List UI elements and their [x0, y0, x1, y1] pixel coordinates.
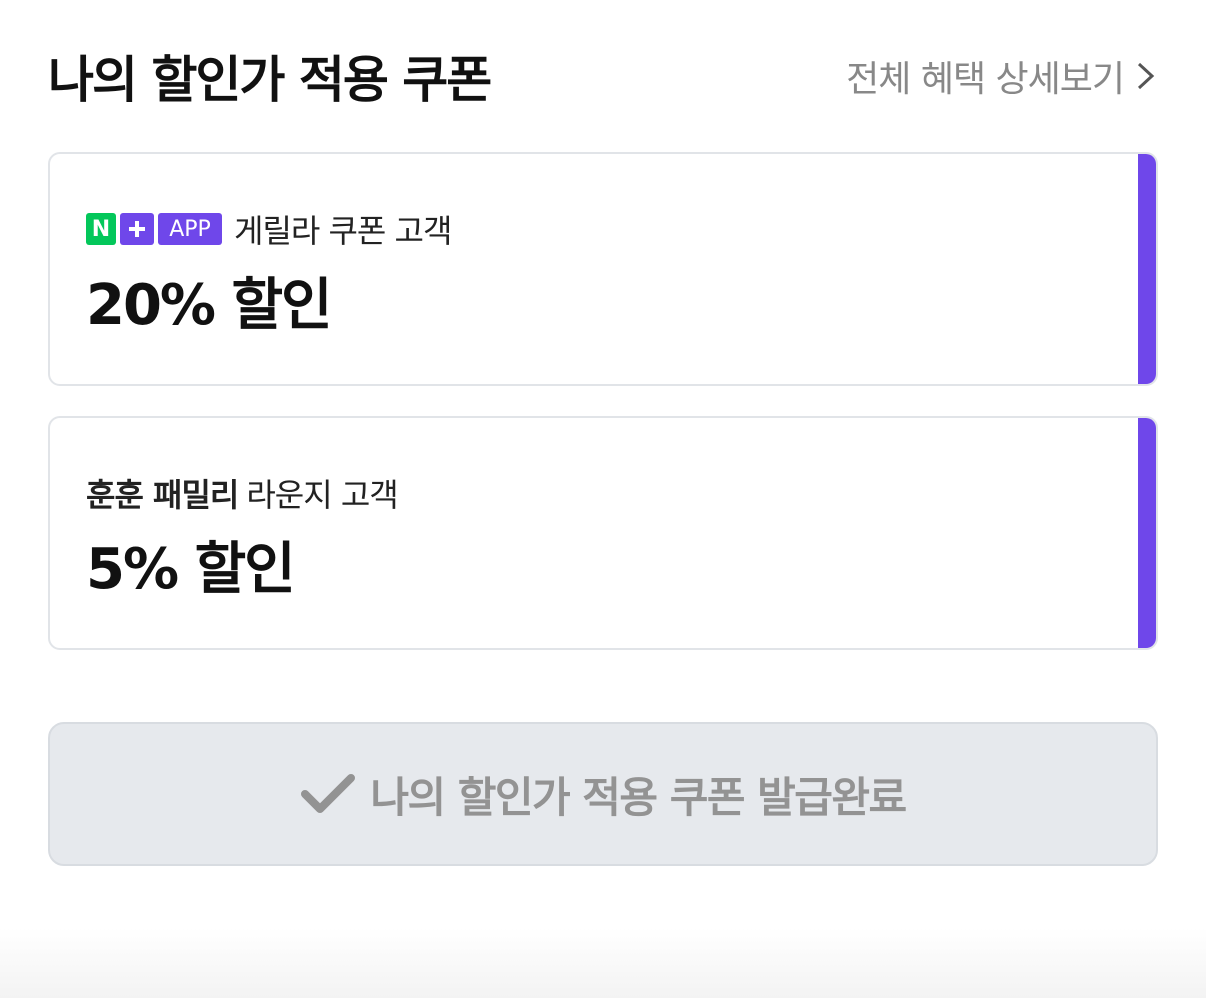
- view-all-benefits-link[interactable]: 전체 혜택 상세보기: [846, 50, 1158, 102]
- coupon-issued-button[interactable]: 나의 할인가 적용 쿠폰 발급완료: [48, 722, 1158, 866]
- coupon-label: N APP 게릴라 쿠폰 고객: [86, 206, 452, 252]
- coupon-discount-value: 20% 할인: [86, 273, 333, 338]
- check-icon: [301, 774, 356, 813]
- chevron-right-icon: [1137, 62, 1155, 90]
- coupon-label-bold: 훈훈 패밀리: [86, 476, 239, 514]
- coupon-discount-value: 5% 할인: [86, 537, 296, 602]
- naver-n-badge: N: [86, 213, 116, 245]
- coupon-card-family-lounge: 훈훈 패밀리 라운지 고객 5% 할인: [48, 416, 1158, 650]
- coupon-accent-bar: [1138, 418, 1156, 648]
- view-all-benefits-label: 전체 혜택 상세보기: [846, 59, 1125, 100]
- page-title: 나의 할인가 적용 쿠폰: [48, 51, 492, 109]
- coupon-label-text: 게릴라 쿠폰 고객: [234, 212, 452, 250]
- coupon-accent-bar: [1138, 154, 1156, 384]
- coupon-card-guerrilla: N APP 게릴라 쿠폰 고객 20% 할인: [48, 152, 1158, 386]
- plus-icon: [120, 213, 154, 245]
- coupon-section-header: 나의 할인가 적용 쿠폰 전체 혜택 상세보기: [48, 36, 1158, 116]
- app-badge: APP: [158, 213, 222, 245]
- coupon-label: 훈훈 패밀리 라운지 고객: [86, 470, 399, 516]
- coupon-issued-label: 나의 할인가 적용 쿠폰 발급완료: [370, 772, 907, 822]
- bottom-fade: [0, 928, 1206, 998]
- coupon-label-text: 라운지 고객: [246, 476, 398, 514]
